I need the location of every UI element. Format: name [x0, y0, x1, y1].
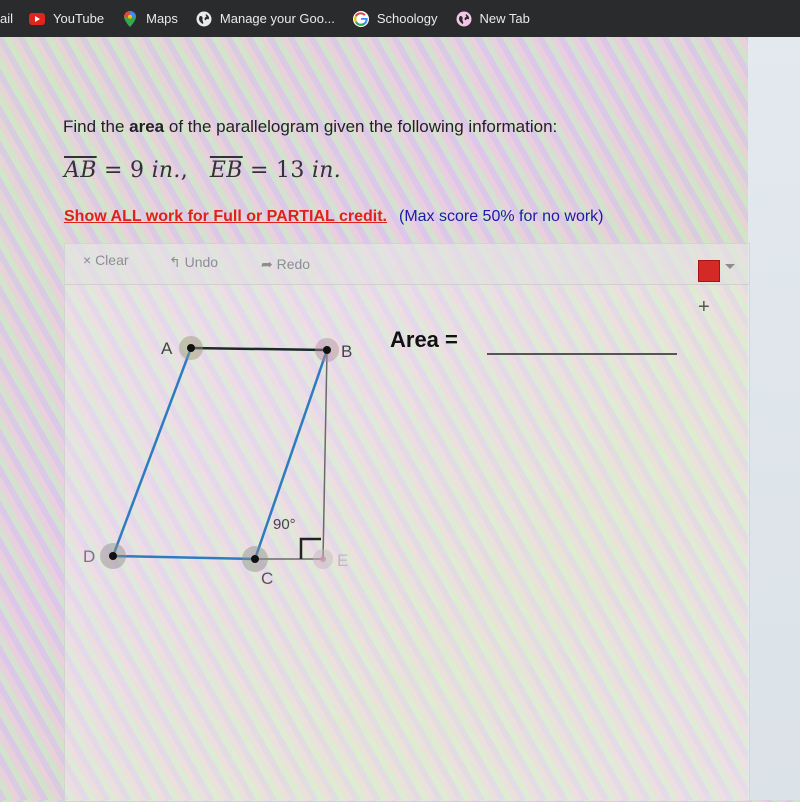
segment-dc-line [112, 554, 256, 561]
youtube-icon [29, 11, 46, 27]
label-b: B [341, 342, 352, 361]
question-prefix: Find the [63, 117, 130, 136]
area-label: Area = [390, 327, 458, 352]
given-values: AB = 9 in., EB = 13 in. [64, 158, 341, 183]
bookmark-label: Maps [146, 11, 178, 26]
angle-label: 90° [273, 516, 296, 533]
label-d: D [83, 547, 95, 566]
bookmark-youtube[interactable]: YouTube [29, 11, 104, 27]
point-b [323, 346, 331, 354]
bookmark-label: New Tab [479, 11, 530, 26]
credit-warning: Show ALL work for Full or PARTIAL credit… [64, 208, 387, 225]
bookmark-manage-google[interactable]: Manage your Goo... [196, 11, 335, 27]
drawing-canvas[interactable]: × Clear ↰ Undo ➦ Redo + A B C D E 90° Ar… [64, 243, 750, 802]
page-scroll-gutter [748, 37, 800, 800]
bookmark-new-tab[interactable]: New Tab [456, 11, 530, 27]
segment-ad-line [111, 347, 193, 557]
label-a: A [161, 339, 173, 358]
unit-eb: in. [311, 158, 342, 183]
question-text: Find the area of the parallelogram given… [63, 117, 557, 137]
unit-ab: in. [151, 158, 181, 183]
bookmark-label: Schoology [376, 11, 438, 26]
google-icon [352, 10, 369, 27]
bookmark-label: Manage your Goo... [219, 11, 335, 26]
area-answer-blank[interactable] [487, 353, 677, 355]
bookmark-maps[interactable]: Maps [122, 10, 178, 27]
separator: , [180, 158, 188, 183]
segment-ab: AB [64, 158, 97, 183]
bookmarks-bar: ail YouTube Maps Manage your Goo... Scho… [0, 0, 800, 37]
point-a [187, 344, 195, 352]
globe-icon [196, 11, 212, 27]
label-c: C [261, 569, 273, 588]
equals-eb: = 13 [242, 158, 312, 183]
bookmark-schoology[interactable]: Schoology [352, 10, 438, 27]
equals-ab: = 9 [96, 158, 152, 183]
label-e: E [337, 551, 348, 570]
bookmark-label: YouTube [53, 11, 105, 26]
segment-ab-line [190, 346, 328, 352]
instructions: Show ALL work for Full or PARTIAL credit… [64, 208, 604, 226]
segment-eb: EB [209, 158, 243, 183]
bookmark-mail[interactable]: ail [0, 11, 13, 26]
question-bold: area [129, 117, 165, 136]
point-c [251, 555, 259, 563]
point-d [109, 552, 117, 560]
bookmark-label: ail [0, 11, 14, 26]
globe-icon [456, 11, 472, 27]
max-score-note: (Max score 50% for no work) [398, 208, 604, 225]
point-e [320, 556, 326, 562]
segment-be-line [322, 349, 328, 560]
question-suffix: of the parallelogram given the following… [164, 117, 558, 136]
maps-icon [122, 10, 138, 27]
